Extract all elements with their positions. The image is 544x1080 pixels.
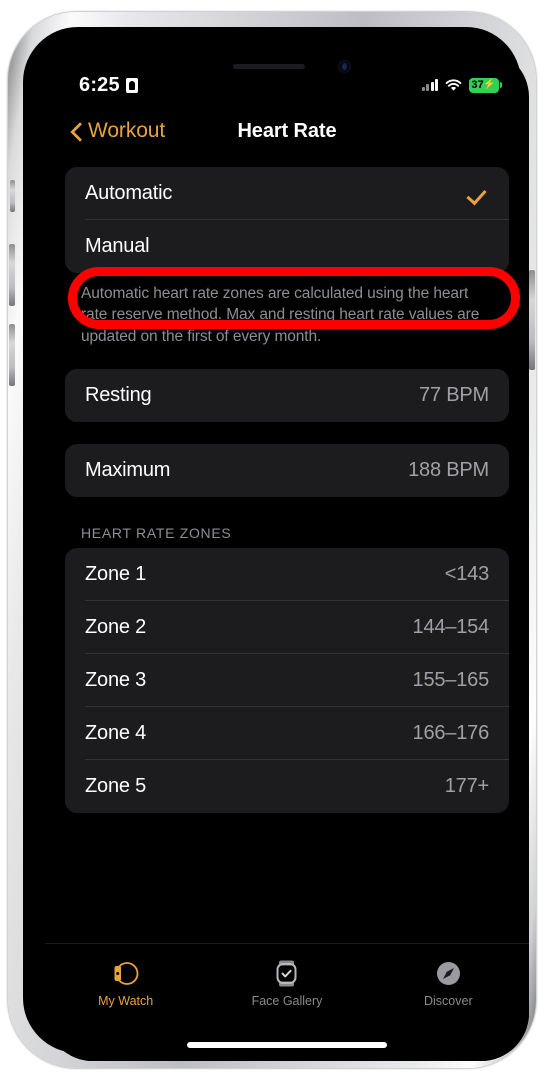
tab-face-gallery-label: Face Gallery (251, 994, 323, 1008)
notch (199, 49, 375, 79)
back-button-label: Workout (88, 119, 166, 142)
resting-value: 77 BPM (419, 384, 489, 407)
front-camera-icon (338, 60, 351, 73)
earpiece-speaker-icon (233, 64, 305, 69)
phone-screen: 6:25 37 ⚡ Workout Heart Rate Automatic M… (45, 49, 529, 1061)
watch-face-icon (275, 958, 298, 989)
tab-my-watch-label: My Watch (98, 994, 154, 1008)
home-indicator[interactable] (187, 1042, 387, 1048)
zone-row[interactable]: Zone 1 <143 (65, 548, 509, 602)
resting-heart-rate-card[interactable]: Resting 77 BPM (65, 369, 509, 423)
watch-side-icon (112, 958, 139, 989)
volume-down-button[interactable] (9, 324, 15, 386)
zone-value: 144–154 (412, 616, 490, 639)
zone-value: 177+ (444, 775, 489, 798)
tab-my-watch[interactable]: My Watch (45, 958, 206, 1008)
tab-face-gallery[interactable]: Face Gallery (206, 958, 367, 1008)
silence-switch[interactable] (10, 180, 15, 212)
back-button[interactable]: Workout (71, 119, 165, 143)
chevron-left-icon (71, 122, 82, 141)
status-bar-right: 37 ⚡ (421, 77, 502, 93)
mode-selection-card: Automatic Manual (65, 167, 509, 273)
heart-rate-zones-card: Zone 1 <143 Zone 2 144–154 Zone 3 155–16… (65, 548, 509, 814)
zone-label: Zone 4 (85, 722, 147, 745)
battery-level-text: 37 (471, 78, 484, 91)
heart-rate-zones-header: HEART RATE ZONES (81, 525, 232, 542)
maximum-value: 188 BPM (408, 459, 489, 482)
status-bar-left: 6:25 (79, 74, 138, 97)
zone-row[interactable]: Zone 5 177+ (65, 760, 509, 813)
compass-icon (435, 958, 462, 989)
zone-value: 155–165 (412, 669, 490, 692)
mode-option-manual-label: Manual (85, 235, 150, 257)
tab-discover[interactable]: Discover (368, 958, 529, 1008)
settings-content: Automatic Manual Automatic heart rate zo… (45, 155, 529, 941)
id-badge-icon (125, 77, 138, 93)
zone-row[interactable]: Zone 4 166–176 (65, 707, 509, 761)
mode-section-footer: Automatic heart rate zones are calculate… (81, 285, 480, 345)
maximum-label: Maximum (85, 459, 171, 482)
navigation-bar: Workout Heart Rate (45, 107, 529, 155)
mode-option-manual[interactable]: Manual (65, 220, 509, 273)
resting-row[interactable]: Resting 77 BPM (65, 369, 509, 422)
phone-frame: 6:25 37 ⚡ Workout Heart Rate Automatic M… (8, 12, 536, 1068)
zone-value: <143 (444, 563, 489, 586)
maximum-heart-rate-card[interactable]: Maximum 188 BPM (65, 444, 509, 498)
volume-up-button[interactable] (9, 244, 15, 306)
battery-charging-icon: 37 ⚡ (469, 77, 502, 93)
mode-option-automatic-label: Automatic (85, 182, 173, 204)
zone-row[interactable]: Zone 2 144–154 (65, 601, 509, 655)
maximum-row[interactable]: Maximum 188 BPM (65, 444, 509, 497)
charging-bolt-icon: ⚡ (483, 79, 496, 90)
zone-label: Zone 2 (85, 616, 147, 639)
phone-bezel: 6:25 37 ⚡ Workout Heart Rate Automatic M… (23, 27, 529, 1061)
power-button[interactable] (529, 270, 535, 370)
zone-label: Zone 5 (85, 775, 147, 798)
mode-option-automatic[interactable]: Automatic (65, 167, 509, 220)
cellular-signal-icon (421, 79, 438, 91)
zone-value: 166–176 (412, 722, 490, 745)
checkmark-icon (469, 184, 489, 204)
zone-row[interactable]: Zone 3 155–165 (65, 654, 509, 708)
zone-label: Zone 3 (85, 669, 147, 692)
tab-discover-label: Discover (424, 994, 473, 1008)
status-time: 6:25 (79, 73, 120, 96)
zone-label: Zone 1 (85, 563, 147, 586)
resting-label: Resting (85, 384, 152, 407)
wifi-icon (445, 78, 462, 92)
